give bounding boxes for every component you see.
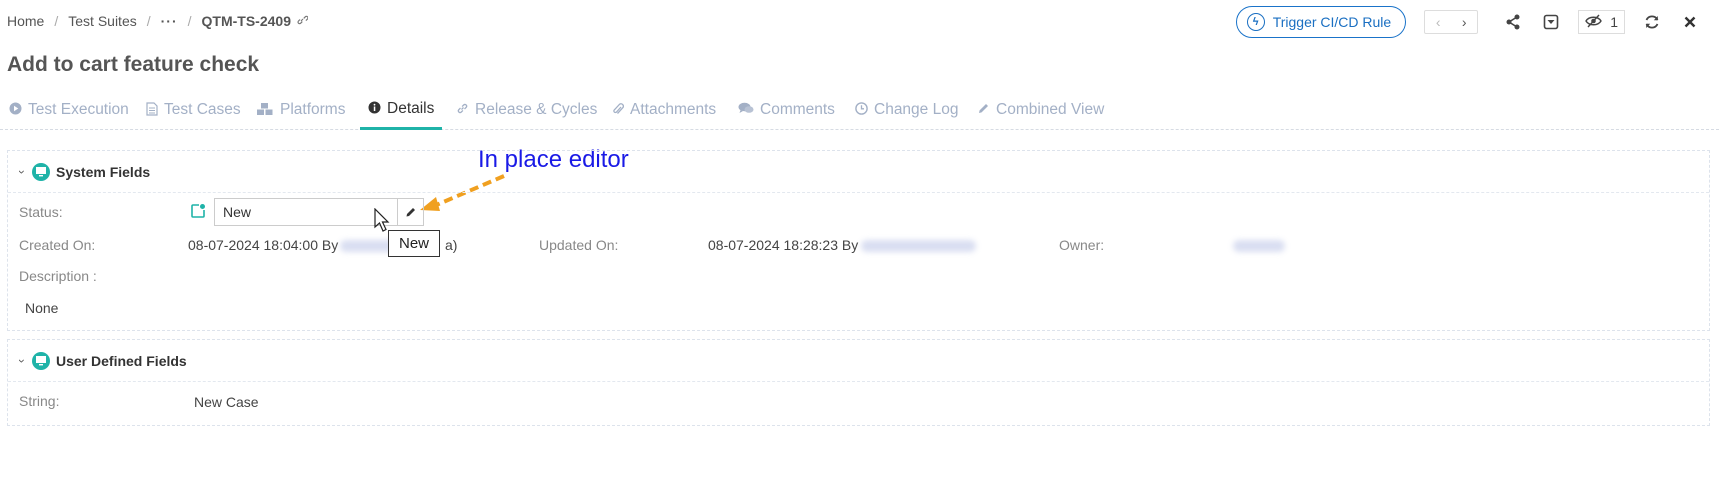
page-title: Add to cart feature check xyxy=(7,53,260,76)
status-tooltip: New xyxy=(388,230,441,257)
clock-icon xyxy=(855,102,868,118)
tab-label: Details xyxy=(387,99,435,117)
user-defined-fields-title: User Defined Fields xyxy=(56,352,187,369)
owner-label: Owner: xyxy=(1059,237,1105,253)
tab-comments[interactable]: Comments xyxy=(738,90,835,130)
created-on-label: Created On: xyxy=(19,237,96,253)
trigger-cicd-rule-button[interactable]: ϟ Trigger CI/CD Rule xyxy=(1235,6,1407,38)
breadcrumb-ellipsis[interactable]: ··· xyxy=(161,13,178,29)
tab-label: Release & Cycles xyxy=(475,101,598,118)
tab-label: Comments xyxy=(760,101,835,118)
bolt-icon: ϟ xyxy=(1246,13,1265,31)
redacted-owner xyxy=(1233,240,1285,252)
chevron-down-icon[interactable]: › xyxy=(15,359,29,363)
user-defined-fields-header[interactable]: › User Defined Fields xyxy=(8,340,1709,382)
status-value: New xyxy=(223,204,252,220)
pencil-icon xyxy=(977,102,990,118)
tab-bar: Test Execution Test Cases Platforms Deta… xyxy=(0,90,1719,130)
monitor-icon xyxy=(32,162,50,181)
tab-label: Attachments xyxy=(630,101,717,118)
cubes-icon xyxy=(256,102,274,119)
monitor-icon xyxy=(32,351,50,370)
comments-icon xyxy=(738,102,754,118)
mouse-cursor-icon xyxy=(374,208,390,232)
tab-label: Change Log xyxy=(874,101,959,118)
updated-on-label: Updated On: xyxy=(539,237,619,253)
description-value: None xyxy=(25,300,59,316)
close-icon[interactable] xyxy=(1679,11,1701,33)
trigger-cicd-rule-label: Trigger CI/CD Rule xyxy=(1272,14,1392,30)
tab-combined-view[interactable]: Combined View xyxy=(977,90,1104,130)
tab-attachments[interactable]: Attachments xyxy=(612,90,716,130)
watch-count: 1 xyxy=(1610,14,1618,30)
user-defined-fields-panel: › User Defined Fields String: New Case xyxy=(7,339,1710,426)
tab-test-execution[interactable]: Test Execution xyxy=(9,90,129,130)
system-fields-header[interactable]: › System Fields xyxy=(8,151,1709,193)
string-value: New Case xyxy=(194,394,259,410)
status-type-icon xyxy=(190,203,206,219)
refresh-icon[interactable] xyxy=(1641,11,1663,33)
share-icon[interactable] xyxy=(1502,11,1524,33)
tab-details[interactable]: Details xyxy=(360,90,443,130)
breadcrumb-home[interactable]: Home xyxy=(7,13,44,29)
tab-label: Test Cases xyxy=(164,101,241,118)
tab-label: Test Execution xyxy=(28,101,129,118)
header-toolbar: ϟ Trigger CI/CD Rule ‹ › 1 xyxy=(1235,6,1709,38)
tab-release-cycles[interactable]: Release & Cycles xyxy=(456,90,597,130)
info-icon xyxy=(368,101,381,117)
tab-label: Combined View xyxy=(996,101,1105,118)
breadcrumb: Home / Test Suites / ··· / QTM-TS-2409 xyxy=(7,13,309,29)
link-icon xyxy=(456,102,469,118)
created-on-value: 08-07-2024 18:04:00 By xyxy=(188,237,339,253)
breadcrumb-separator: / xyxy=(54,13,59,29)
paperclip-icon xyxy=(612,102,624,119)
breadcrumb-current: QTM-TS-2409 xyxy=(201,13,291,29)
document-icon xyxy=(146,101,158,119)
breadcrumb-separator: / xyxy=(187,13,192,29)
tab-test-cases[interactable]: Test Cases xyxy=(146,90,241,130)
updated-on-value: 08-07-2024 18:28:23 By xyxy=(708,237,859,253)
collapse-icon[interactable] xyxy=(1540,11,1562,33)
watch-toggle[interactable]: 1 xyxy=(1578,10,1625,34)
string-label: String: xyxy=(19,393,60,409)
link-icon[interactable] xyxy=(296,14,309,29)
system-fields-title: System Fields xyxy=(56,163,151,180)
status-label: Status: xyxy=(19,204,63,220)
tab-platforms[interactable]: Platforms xyxy=(256,90,345,130)
edit-pencil-icon[interactable] xyxy=(397,199,423,225)
record-navigation: ‹ › xyxy=(1424,10,1479,34)
breadcrumb-separator: / xyxy=(146,13,151,29)
system-fields-panel: › System Fields Status: New Created On: … xyxy=(7,150,1710,331)
previous-record-icon[interactable]: ‹ xyxy=(1425,11,1451,33)
tab-label: Platforms xyxy=(280,101,346,118)
description-label: Description : xyxy=(19,268,97,284)
next-record-icon[interactable]: › xyxy=(1451,11,1477,33)
status-inline-editor[interactable]: New xyxy=(214,198,424,226)
tab-change-log[interactable]: Change Log xyxy=(855,90,958,130)
play-circle-icon xyxy=(9,102,22,118)
created-by-suffix: a) xyxy=(445,237,458,253)
chevron-down-icon[interactable]: › xyxy=(15,170,29,174)
eye-slash-icon xyxy=(1585,14,1603,31)
breadcrumb-test-suites[interactable]: Test Suites xyxy=(68,13,136,29)
redacted-user xyxy=(861,240,976,252)
